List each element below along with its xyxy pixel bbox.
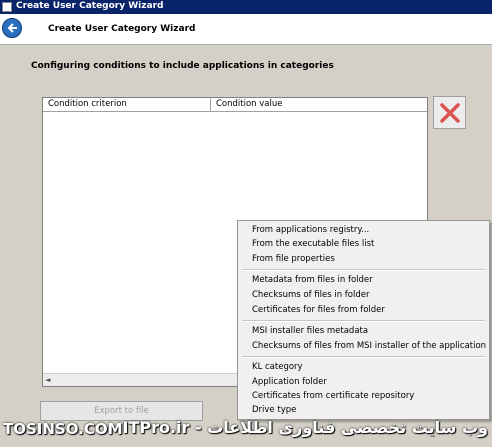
window-icon[interactable] <box>2 2 12 12</box>
delete-x-icon <box>440 103 460 123</box>
column-header-value[interactable]: Condition value <box>211 98 427 111</box>
page-heading: Configuring conditions to include applic… <box>31 61 334 71</box>
scroll-left-icon[interactable]: ◄ <box>45 376 50 384</box>
watermark: TOSINSO.COM وب سایت تخصصی فناوری اطلاعات… <box>0 416 492 447</box>
menu-item-executable-files-list[interactable]: From the executable files list <box>252 237 374 251</box>
watermark-right: وب سایت تخصصی فناوری اطلاعات - ITPro.ir <box>122 418 488 437</box>
add-condition-menu: From applications registry... From the e… <box>237 220 490 420</box>
menu-item-file-properties[interactable]: From file properties <box>252 252 335 266</box>
window-title: Create User Category Wizard <box>16 1 164 11</box>
menu-item-application-folder[interactable]: Application folder <box>252 375 327 389</box>
menu-item-certificate-repository[interactable]: Certificates from certificate repository <box>252 389 414 403</box>
column-headers: Condition criterion Condition value <box>43 98 427 112</box>
menu-item-metadata-from-folder[interactable]: Metadata from files in folder <box>252 273 373 287</box>
back-button[interactable] <box>2 18 22 38</box>
menu-item-drive-type[interactable]: Drive type <box>252 403 296 417</box>
wizard-header: Create User Category Wizard <box>0 14 492 45</box>
menu-item-msi-metadata[interactable]: MSI installer files metadata <box>252 324 368 338</box>
menu-item-msi-checksums[interactable]: Checksums of files from MSI installer of… <box>252 339 486 353</box>
menu-item-kl-category[interactable]: KL category <box>252 360 303 374</box>
menu-separator <box>242 356 485 358</box>
title-bar: Create User Category Wizard <box>0 0 492 14</box>
arrow-left-icon <box>7 23 17 33</box>
delete-condition-button[interactable] <box>433 96 466 129</box>
menu-item-checksums-from-folder[interactable]: Checksums of files in folder <box>252 288 369 302</box>
wizard-title: Create User Category Wizard <box>48 24 196 34</box>
watermark-left: TOSINSO.COM <box>3 420 123 438</box>
menu-item-applications-registry[interactable]: From applications registry... <box>252 223 369 237</box>
menu-separator <box>242 269 485 271</box>
menu-item-certificates-from-folder[interactable]: Certificates for files from folder <box>252 303 385 317</box>
column-header-criterion[interactable]: Condition criterion <box>43 98 211 111</box>
menu-separator <box>242 320 485 322</box>
